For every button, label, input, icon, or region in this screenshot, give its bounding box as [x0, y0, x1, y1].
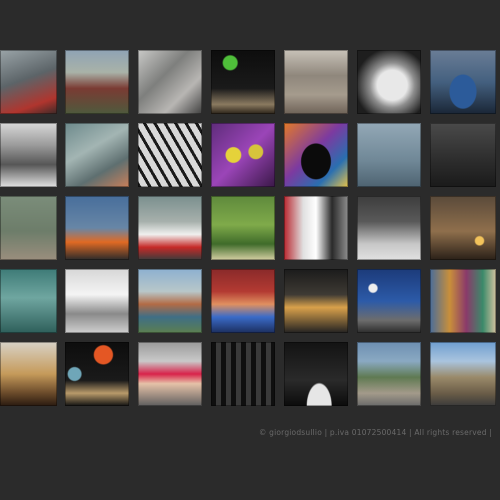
thumbnail-green-park[interactable] — [211, 196, 275, 260]
thumbnail-lit-building-night[interactable] — [284, 269, 348, 333]
thumbnail-purple-yellow-abstract[interactable] — [211, 123, 275, 187]
thumbnail-orange-moon-night[interactable] — [65, 342, 129, 406]
thumbnail-woman-blue-shirt[interactable] — [211, 269, 275, 333]
thumbnail-silhouette-colorful[interactable] — [284, 123, 348, 187]
thumbnail-dark-figure[interactable] — [430, 123, 496, 187]
thumbnail-window-on-wall[interactable] — [0, 196, 57, 260]
thumbnail-concrete-architecture[interactable] — [138, 50, 202, 114]
thumbnail-laughing-woman-bw[interactable] — [357, 50, 421, 114]
thumbnail-wedding-guests[interactable] — [284, 196, 348, 260]
photo-gallery-grid — [0, 48, 500, 408]
thumbnail-red-sunset-skyline[interactable] — [65, 196, 129, 260]
thumbnail-statue-in-night[interactable] — [357, 269, 421, 333]
thumbnail-night-stage-performers[interactable] — [211, 50, 275, 114]
thumbnail-coastal-town[interactable] — [138, 269, 202, 333]
thumbnail-city-skyline-bw[interactable] — [0, 123, 57, 187]
thumbnail-mural-street[interactable] — [430, 269, 496, 333]
thumbnail-teal-water-scene[interactable] — [0, 269, 57, 333]
thumbnail-city-facade[interactable] — [284, 50, 348, 114]
thumbnail-girl-pioneer-scarf[interactable] — [138, 196, 202, 260]
thumbnail-car-wreck-art[interactable] — [65, 123, 129, 187]
thumbnail-sunset-building[interactable] — [0, 342, 57, 406]
thumbnail-red-house-street[interactable] — [65, 50, 129, 114]
thumbnail-crowd-and-child[interactable] — [357, 196, 421, 260]
thumbnail-glass-building-interior[interactable] — [0, 50, 57, 114]
thumbnail-white-gallery-room[interactable] — [65, 269, 129, 333]
thumbnail-old-house-blue-sky[interactable] — [430, 342, 496, 406]
thumbnail-street-sign-cyclist[interactable] — [357, 342, 421, 406]
thumbnail-house-at-dusk[interactable] — [430, 196, 496, 260]
thumbnail-steel-grid-bw[interactable] — [138, 123, 202, 187]
copyright-footer: © giorgiodsullio | p.iva 01072500414 | A… — [258, 428, 492, 437]
thumbnail-minaret-dome-bw[interactable] — [284, 342, 348, 406]
thumbnail-girl-with-bow[interactable] — [138, 342, 202, 406]
thumbnail-dome-at-dusk[interactable] — [430, 50, 496, 114]
thumbnail-dark-columns-bw[interactable] — [211, 342, 275, 406]
thumbnail-bare-tree[interactable] — [357, 123, 421, 187]
